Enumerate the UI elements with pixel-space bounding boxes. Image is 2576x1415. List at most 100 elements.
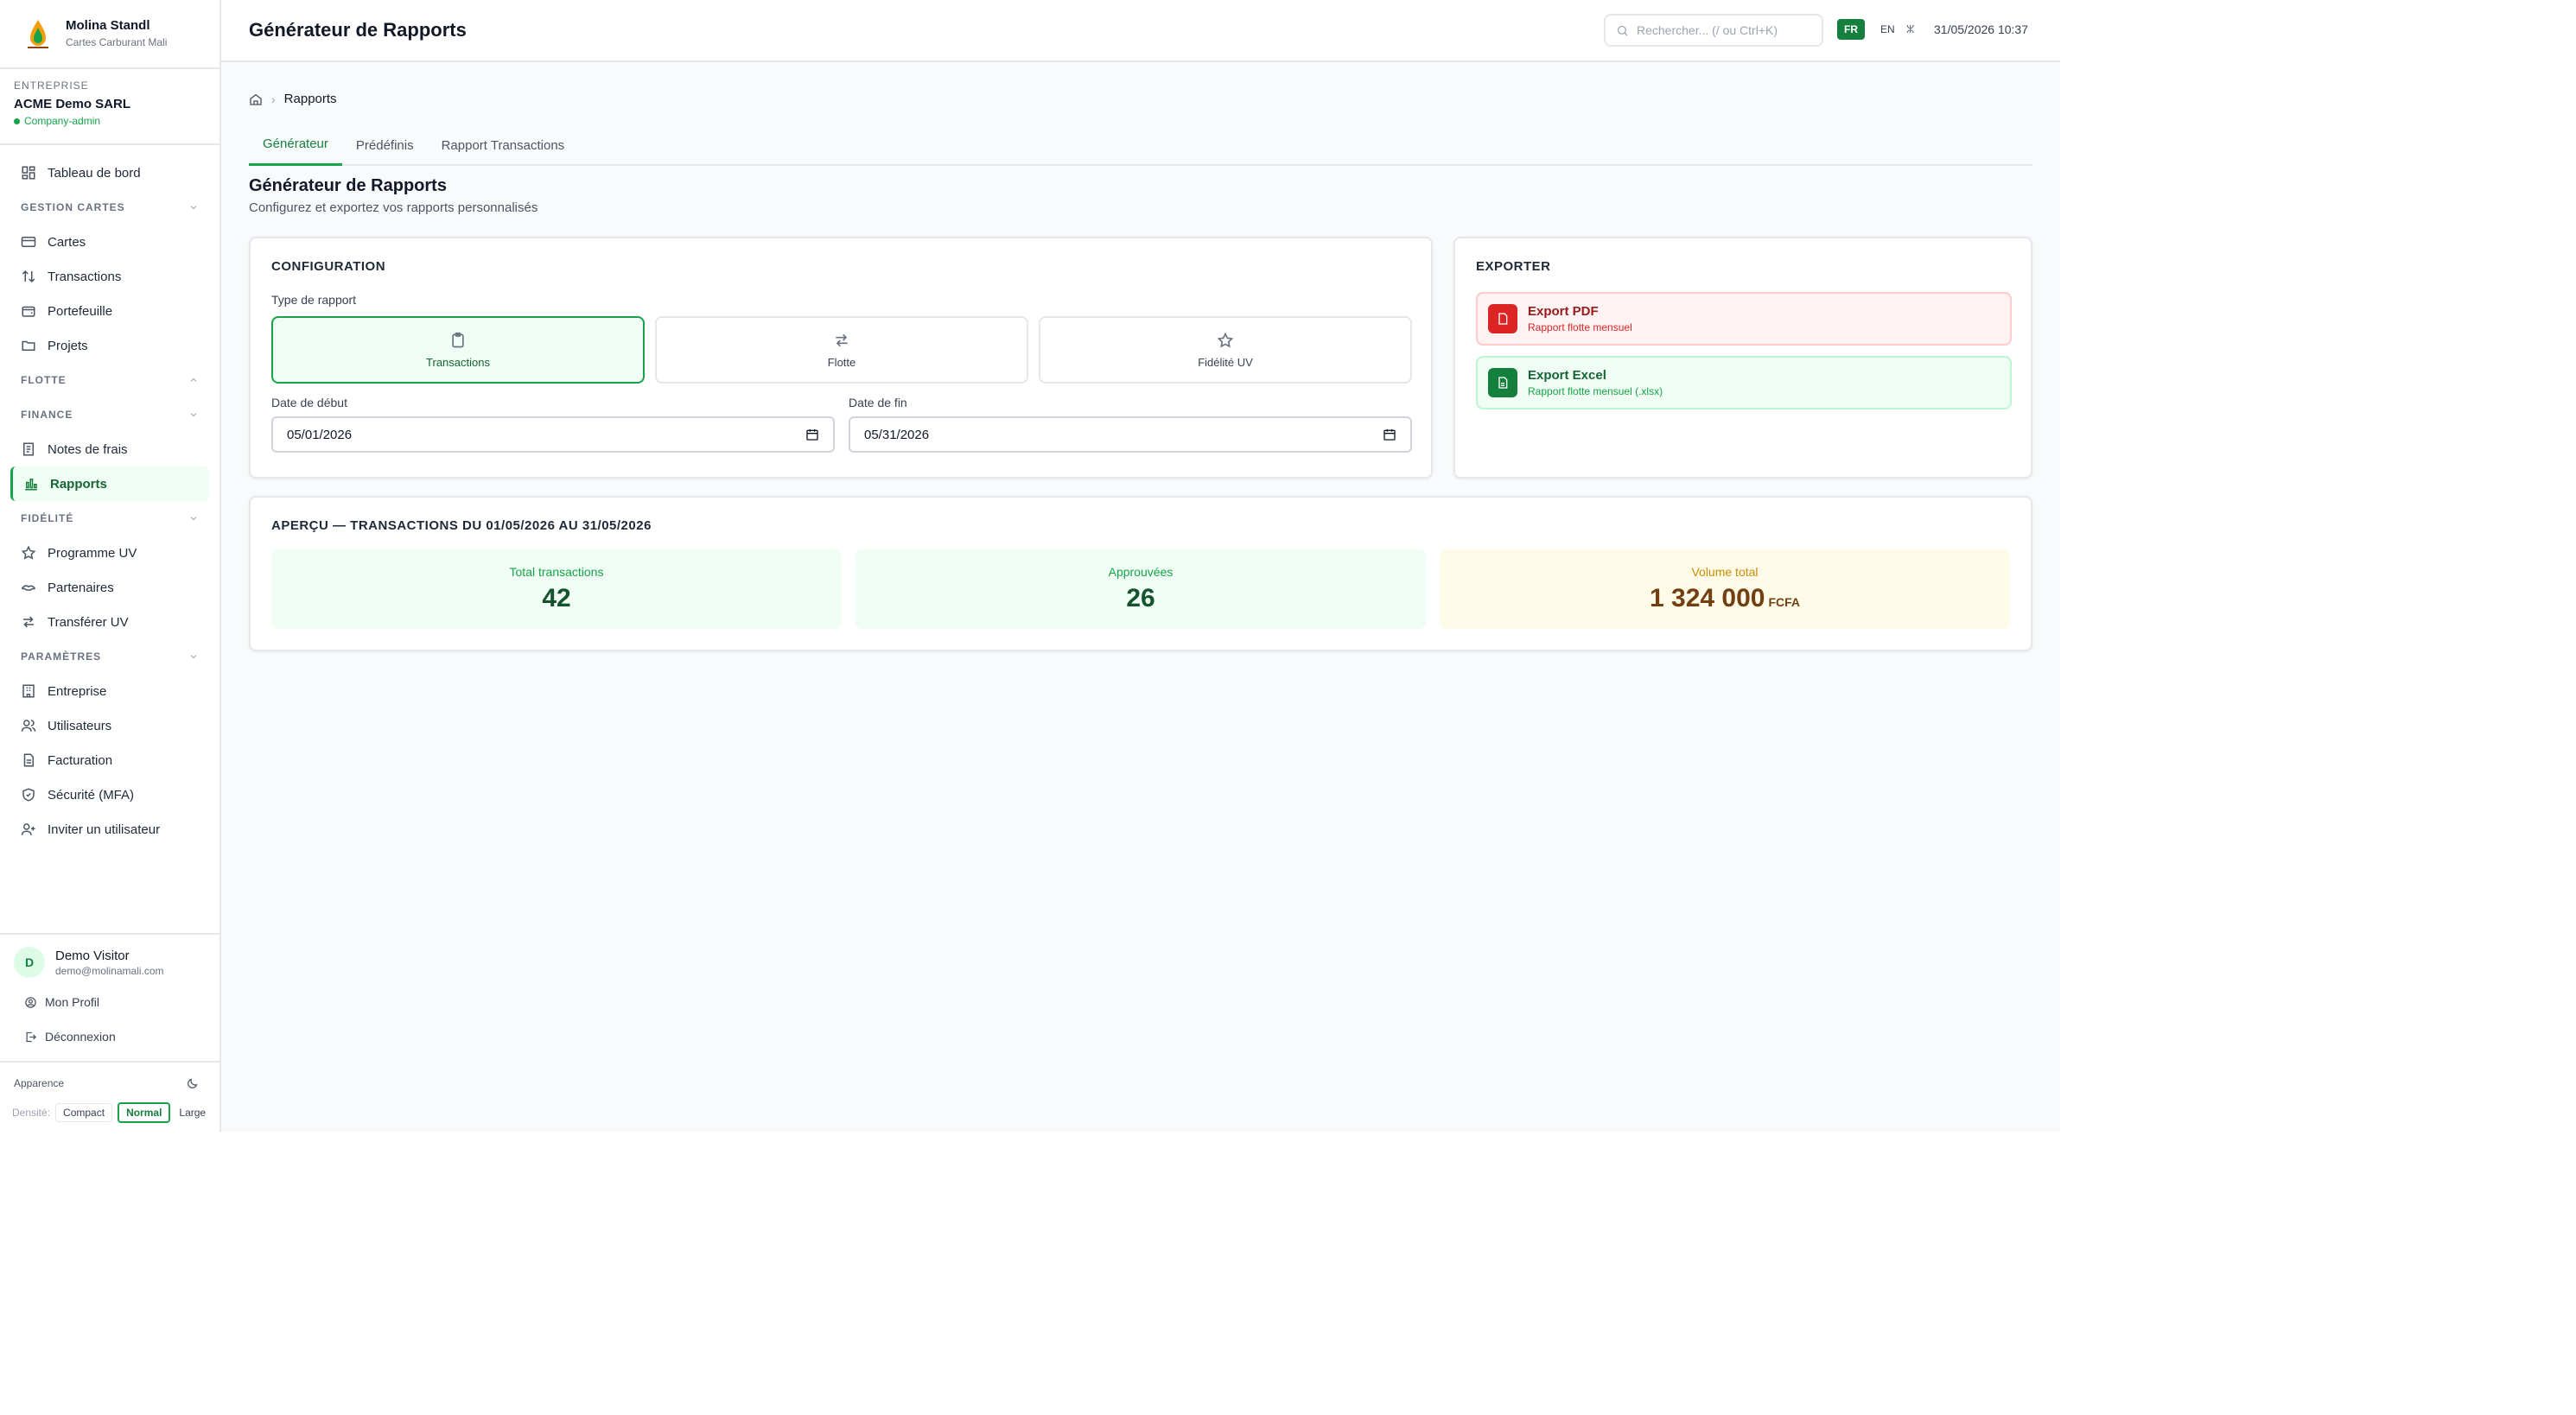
bar-chart-icon xyxy=(25,479,37,491)
calendar-icon[interactable] xyxy=(805,428,819,441)
sidebar-item-label: Transactions xyxy=(48,269,122,284)
appearance-panel: Apparence Densité: Compact Normal Large xyxy=(0,1061,219,1123)
profile-link[interactable]: Mon Profil xyxy=(0,985,219,1019)
report-type-transactions[interactable]: Transactions xyxy=(271,316,645,384)
receipt-icon xyxy=(23,442,34,456)
tab-predefined[interactable]: Prédéfinis xyxy=(342,124,428,166)
user-plus-icon xyxy=(21,823,35,835)
user-info[interactable]: D Demo Visitor demo@molinamali.com xyxy=(0,940,219,985)
main-content: › Rapports Générateur Prédéfinis Rapport… xyxy=(221,62,2060,1133)
sidebar-item-users[interactable]: Utilisateurs xyxy=(10,708,209,743)
star-icon xyxy=(1217,332,1234,347)
arrows-up-down-icon xyxy=(22,270,35,283)
star-icon xyxy=(21,545,36,560)
export-excel-button[interactable]: Export Excel Rapport flotte mensuel (.xl… xyxy=(1476,356,2012,409)
configuration-card: CONFIGURATION Type de rapport Transactio… xyxy=(249,237,1433,479)
density-large-button[interactable]: Large xyxy=(175,1104,210,1121)
brand-name: Molina Standl xyxy=(66,18,150,33)
users-icon xyxy=(21,720,36,732)
sidebar-item-wallet[interactable]: Portefeuille xyxy=(10,294,209,328)
sidebar-item-expenses[interactable]: Notes de frais xyxy=(10,432,209,466)
start-date-field: Date de début 05/01/2026 xyxy=(271,396,835,453)
dashboard-icon xyxy=(22,166,35,180)
report-type-options: Transactions Flotte Fidélité UV xyxy=(271,316,1422,384)
preview-card: APERÇU — TRANSACTIONS DU 01/05/2026 AU 3… xyxy=(249,496,2032,651)
chevron-down-icon xyxy=(190,517,197,521)
user-email: demo@molinamali.com xyxy=(55,964,164,977)
search-icon xyxy=(1617,25,1628,36)
company-name: ACME Demo SARL xyxy=(14,97,131,111)
section-settings-toggle[interactable]: PARAMÈTRES xyxy=(10,639,209,674)
moon-icon[interactable] xyxy=(186,1077,199,1090)
sidebar-item-transactions[interactable]: Transactions xyxy=(10,259,209,294)
end-date-field: Date de fin 05/31/2026 xyxy=(849,396,1412,453)
density-selector: Densité: Compact Normal Large xyxy=(12,1102,210,1123)
credit-card-icon xyxy=(21,237,36,247)
section-loyalty-toggle[interactable]: FIDÉLITÉ xyxy=(10,501,209,536)
report-type-fleet[interactable]: Flotte xyxy=(655,316,1028,384)
section-label: PARAMÈTRES xyxy=(21,650,102,663)
company-block: ENTREPRISE ACME Demo SARL Company-admin xyxy=(0,69,219,145)
sidebar-item-security[interactable]: Sécurité (MFA) xyxy=(10,777,209,812)
sidebar-item-reports[interactable]: Rapports xyxy=(10,466,209,501)
sidebar-item-label: Facturation xyxy=(48,752,113,768)
configuration-title: CONFIGURATION xyxy=(271,259,386,274)
clipboard-icon xyxy=(452,332,464,347)
end-date-input[interactable]: 05/31/2026 xyxy=(849,416,1412,453)
sidebar-item-label: Partenaires xyxy=(48,580,114,595)
tab-transactions-report[interactable]: Rapport Transactions xyxy=(428,124,579,166)
user-panel: D Demo Visitor demo@molinamali.com Mon P… xyxy=(0,933,219,1054)
calendar-icon[interactable] xyxy=(1383,428,1396,441)
sidebar-item-label: Tableau de bord xyxy=(48,165,141,181)
preview-title: APERÇU — TRANSACTIONS DU 01/05/2026 AU 3… xyxy=(271,518,652,533)
sidebar-item-partners[interactable]: Partenaires xyxy=(10,570,209,605)
breadcrumb-separator: › xyxy=(271,92,276,106)
lang-fr-button[interactable]: FR xyxy=(1837,19,1865,40)
section-fleet-toggle[interactable]: FLOTTE xyxy=(10,363,209,397)
search-input[interactable]: Rechercher... (/ ou Ctrl+K) xyxy=(1604,14,1823,47)
sidebar-item-transfer-uv[interactable]: Transférer UV xyxy=(10,605,209,639)
status-dot-icon xyxy=(14,117,20,124)
user-circle-icon xyxy=(25,996,36,1008)
logout-link[interactable]: Déconnexion xyxy=(0,1019,219,1054)
sidebar-item-label: Portefeuille xyxy=(48,303,113,319)
home-icon[interactable] xyxy=(249,92,263,106)
user-name: Demo Visitor xyxy=(55,948,130,963)
sidebar-item-billing[interactable]: Facturation xyxy=(10,743,209,777)
sidebar-item-company[interactable]: Entreprise xyxy=(10,674,209,708)
export-excel-description: Rapport flotte mensuel (.xlsx) xyxy=(1528,385,1663,397)
pdf-file-icon xyxy=(1488,304,1517,333)
section-subtitle: Configurez et exportez vos rapports pers… xyxy=(249,200,538,215)
sidebar-item-projects[interactable]: Projets xyxy=(10,328,209,363)
export-excel-label: Export Excel xyxy=(1528,368,1606,383)
sidebar-item-dashboard[interactable]: Tableau de bord xyxy=(10,155,209,190)
brand-subtitle: Cartes Carburant Mali xyxy=(66,36,168,48)
chevron-up-icon xyxy=(190,378,197,382)
sidebar-item-uv-program[interactable]: Programme UV xyxy=(10,536,209,570)
sidebar-item-label: Rapports xyxy=(50,476,107,492)
building-icon xyxy=(22,684,35,698)
company-label: ENTREPRISE xyxy=(14,79,89,92)
section-label: GESTION CARTES xyxy=(21,201,125,213)
sidebar-item-label: Utilisateurs xyxy=(48,718,112,733)
lang-tifinagh-button[interactable]: ⵣ xyxy=(1906,19,1914,40)
density-normal-button[interactable]: Normal xyxy=(118,1102,171,1123)
brand-logo-icon xyxy=(28,20,48,48)
logout-icon xyxy=(26,1031,37,1042)
handshake-icon xyxy=(21,585,36,591)
start-date-input[interactable]: 05/01/2026 xyxy=(271,416,835,453)
lang-en-button[interactable]: EN xyxy=(1875,19,1900,40)
sidebar-item-label: Cartes xyxy=(48,234,86,250)
report-type-loyalty[interactable]: Fidélité UV xyxy=(1039,316,1412,384)
sidebar-item-invite[interactable]: Inviter un utilisateur xyxy=(10,812,209,847)
folder-icon xyxy=(22,340,35,351)
brand[interactable]: Molina Standl Cartes Carburant Mali xyxy=(0,0,219,69)
sidebar-item-cards[interactable]: Cartes xyxy=(10,225,209,259)
export-pdf-button[interactable]: Export PDF Rapport flotte mensuel xyxy=(1476,292,2012,346)
density-compact-button[interactable]: Compact xyxy=(55,1103,113,1122)
breadcrumb-current: Rapports xyxy=(283,92,337,106)
tab-generator[interactable]: Générateur xyxy=(249,124,342,166)
section-finance-toggle[interactable]: FINANCE xyxy=(10,397,209,432)
section-cards-toggle[interactable]: GESTION CARTES xyxy=(10,190,209,225)
transfer-icon xyxy=(836,333,848,346)
